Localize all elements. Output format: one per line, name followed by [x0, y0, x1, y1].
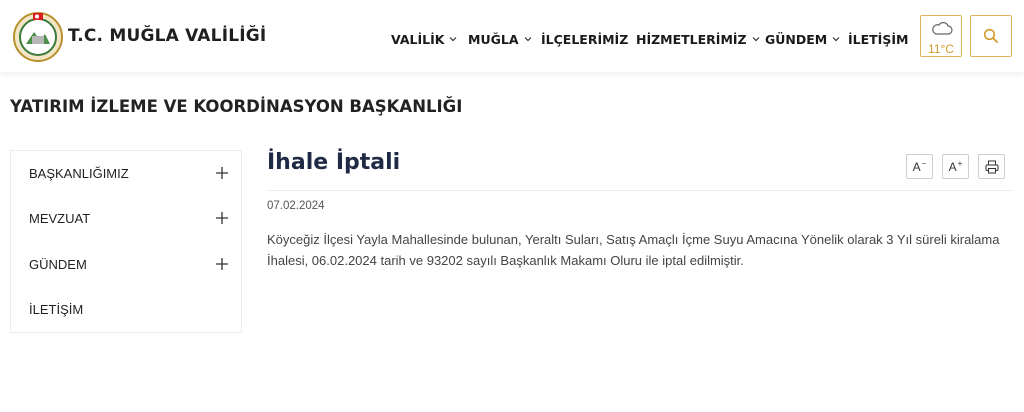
muğla-valiligi-logo[interactable] — [12, 10, 64, 62]
weather-widget[interactable]: 11°C — [920, 15, 962, 57]
nav-label: VALİLİK — [391, 31, 445, 47]
sidebar-item-label: İLETİŞİM — [29, 302, 84, 317]
font-increase-button[interactable]: A + — [942, 154, 969, 179]
plus-icon[interactable] — [216, 212, 228, 224]
font-decrease-button[interactable]: A − — [906, 154, 933, 179]
site-title[interactable]: T.C. MUĞLA VALİLİĞİ — [68, 26, 266, 46]
print-icon — [985, 160, 998, 173]
sidebar-item-label: GÜNDEM — [29, 257, 87, 272]
sidebar-item-mevzuat[interactable]: MEVZUAT — [11, 196, 241, 241]
nav-label: İLÇELERİMİZ — [541, 31, 629, 47]
chevron-down-icon — [832, 37, 840, 42]
sidebar-item-label: BAŞKANLIĞIMIZ — [29, 166, 129, 181]
site-header: T.C. MUĞLA VALİLİĞİ VALİLİK MUĞLA İLÇELE… — [0, 0, 1024, 72]
sidebar-item-label: MEVZUAT — [29, 211, 91, 226]
sidebar-menu: BAŞKANLIĞIMIZ MEVZUAT GÜNDEM İLETİŞİM — [10, 150, 242, 333]
chevron-down-icon — [449, 37, 457, 42]
chevron-down-icon — [524, 37, 531, 42]
nav-mugla[interactable]: MUĞLA — [468, 30, 533, 48]
search-icon — [983, 28, 998, 43]
nav-iletisim[interactable]: İLETİŞİM — [848, 30, 908, 48]
nav-gundem[interactable]: GÜNDEM — [765, 30, 841, 48]
nav-ilcelerimiz[interactable]: İLÇELERİMİZ — [541, 30, 628, 48]
title-divider — [267, 190, 1013, 191]
print-button[interactable] — [978, 154, 1005, 179]
plus-mark: + — [957, 159, 963, 168]
nav-label: İLETİŞİM — [848, 31, 909, 47]
plus-icon[interactable] — [216, 167, 228, 179]
nav-valilik[interactable]: VALİLİK — [391, 30, 458, 48]
sidebar-item-gundem[interactable]: GÜNDEM — [11, 242, 241, 287]
sidebar-item-iletisim[interactable]: İLETİŞİM — [11, 287, 241, 332]
nav-label: MUĞLA — [468, 31, 519, 47]
nav-label: GÜNDEM — [765, 31, 828, 47]
cloud-icon — [932, 22, 953, 35]
nav-hizmetlerimiz[interactable]: HİZMETLERİMİZ — [636, 30, 761, 48]
article-title: İhale İptali — [267, 150, 401, 175]
page-title: YATIRIM İZLEME VE KOORDİNASYON BAŞKANLIĞ… — [10, 97, 463, 116]
minus-mark: − — [921, 159, 927, 168]
font-decrease-label: A — [912, 159, 921, 174]
article-body: Köyceğiz İlçesi Yayla Mahallesinde bulun… — [267, 232, 1000, 268]
plus-icon[interactable] — [216, 258, 228, 270]
article-date: 07.02.2024 — [267, 200, 325, 212]
search-button[interactable] — [970, 15, 1012, 57]
weather-temperature: 11°C — [928, 42, 954, 56]
font-increase-label: A — [948, 159, 957, 174]
nav-label: HİZMETLERİMİZ — [636, 31, 747, 47]
sidebar-item-baskanligimiz[interactable]: BAŞKANLIĞIMIZ — [11, 151, 241, 196]
chevron-down-icon — [752, 37, 760, 42]
